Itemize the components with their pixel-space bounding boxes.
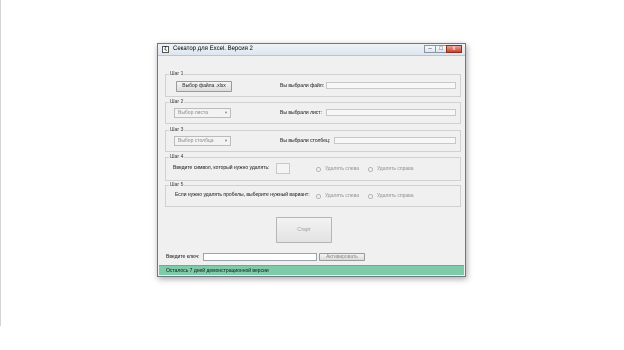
radio-icon [368, 193, 373, 199]
symbol-remove-left-label: Удалять слева [325, 166, 359, 172]
license-key-input[interactable] [203, 253, 317, 261]
selected-file-field [326, 82, 456, 89]
chevron-down-icon: ▼ [224, 110, 228, 115]
step1-legend: Шаг 1 [169, 71, 185, 77]
sheet-select[interactable]: Выбор листа ▼ [174, 108, 231, 118]
step2-legend: Шаг 2 [169, 99, 185, 105]
step5-legend: Шаг 5 [169, 182, 185, 188]
spaces-remove-left-label: Удалять слева [325, 193, 359, 199]
symbol-remove-right-label: Удалять справа [377, 166, 414, 172]
radio-icon [316, 193, 321, 199]
client-area: Шаг 1 Выбор файла .xlsx Вы выбрали файл:… [162, 59, 462, 276]
app-window: ξ Секатор для Excel. Версия 2 – □ x Шаг … [157, 43, 466, 277]
selected-file-label: Вы выбрали файл: [280, 83, 325, 89]
spaces-remove-left-radio[interactable]: Удалять слева [316, 193, 359, 199]
window-title: Секатор для Excel. Версия 2 [173, 46, 253, 52]
column-select[interactable]: Выбор столбца ▼ [174, 136, 231, 146]
symbol-remove-left-radio[interactable]: Удалять слева [316, 166, 359, 172]
symbol-prompt: Введите символ, который нужно удалять: [173, 165, 270, 171]
radio-icon [368, 166, 373, 172]
selected-sheet-label: Вы выбрали лист: [280, 110, 322, 116]
select-file-button[interactable]: Выбор файла .xlsx [176, 81, 232, 92]
step5-group: Шаг 5 Если нужно удалять пробелы, выбери… [165, 182, 461, 207]
symbol-input[interactable] [276, 163, 290, 174]
selected-column-label: Вы выбрали столбец: [280, 138, 331, 144]
step3-legend: Шаг 3 [169, 127, 185, 133]
sheet-select-value: Выбор листа [178, 110, 208, 116]
step1-group: Шаг 1 Выбор файла .xlsx Вы выбрали файл: [165, 71, 461, 97]
step4-group: Шаг 4 Введите символ, который нужно удал… [165, 154, 461, 181]
window-controls: – □ x [424, 45, 462, 53]
radio-icon [316, 166, 321, 172]
spaces-prompt: Если нужно удалять пробелы, выберите нуж… [175, 192, 310, 198]
license-key-label: Введите ключ: [166, 254, 200, 260]
column-select-value: Выбор столбца [178, 138, 214, 144]
step3-group: Шаг 3 Выбор столбца ▼ Вы выбрали столбец… [165, 127, 461, 152]
symbol-remove-right-radio[interactable]: Удалять справа [368, 166, 414, 172]
status-bar: Осталось 7 дней демонстрационной версии [159, 265, 464, 275]
chevron-down-icon: ▼ [224, 138, 228, 143]
spaces-remove-right-radio[interactable]: Удалять справа [368, 193, 414, 199]
title-bar[interactable]: ξ Секатор для Excel. Версия 2 – □ x [158, 44, 465, 56]
selected-column-field [334, 137, 456, 144]
status-text: Осталось 7 дней демонстрационной версии [166, 268, 269, 274]
close-button[interactable]: x [446, 45, 462, 53]
spaces-remove-right-label: Удалять справа [377, 193, 414, 199]
page-edge-line [0, 0, 1, 326]
step2-group: Шаг 2 Выбор листа ▼ Вы выбрали лист: [165, 99, 461, 124]
start-button[interactable]: Старт [276, 217, 332, 243]
selected-sheet-field [326, 109, 456, 116]
step4-legend: Шаг 4 [169, 154, 185, 160]
activate-button[interactable]: Активировать [319, 253, 365, 261]
app-icon: ξ [162, 46, 169, 53]
